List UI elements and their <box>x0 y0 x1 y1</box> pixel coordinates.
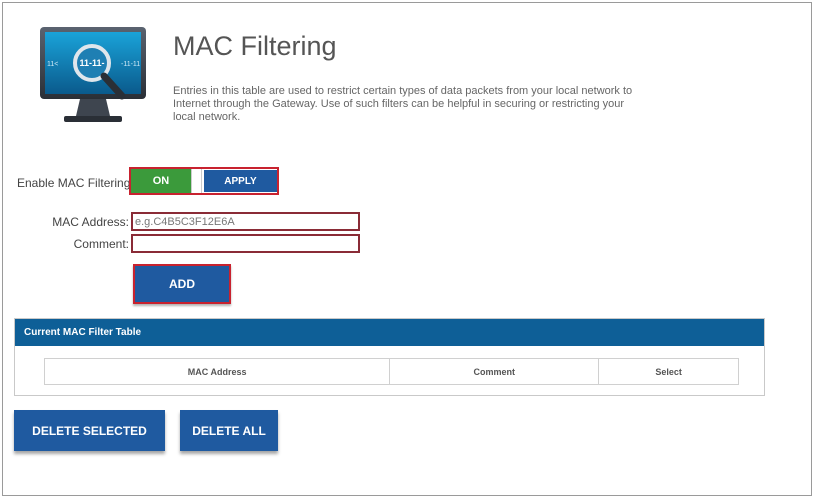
comment-label: Comment: <box>73 237 129 251</box>
mac-filter-table-panel: Current MAC Filter Table MAC Address Com… <box>14 318 765 396</box>
mac-filter-table: MAC Address Comment Select <box>43 358 739 385</box>
column-header-select: Select <box>598 358 739 385</box>
mac-filtering-toggle[interactable]: ON <box>131 169 191 193</box>
column-header-comment: Comment <box>389 358 600 385</box>
mac-address-label: MAC Address: <box>52 215 129 229</box>
delete-selected-button[interactable]: DELETE SELECTED <box>14 410 165 451</box>
apply-button[interactable]: APPLY <box>204 170 277 192</box>
toggle-knob[interactable] <box>191 169 202 193</box>
monitor-text-right: -11-11 <box>121 61 140 68</box>
add-button[interactable]: ADD <box>133 264 231 304</box>
mac-monitor-icon: 11< -11-11 11-11- <box>40 27 146 122</box>
comment-input[interactable] <box>131 234 360 253</box>
enable-mac-filtering-label: Enable MAC Filtering <box>17 176 131 190</box>
page-title: MAC Filtering <box>173 31 337 61</box>
page-description: Entries in this table are used to restri… <box>173 85 633 123</box>
column-header-mac-address: MAC Address <box>43 358 391 385</box>
mac-address-input[interactable] <box>131 212 360 231</box>
table-title: Current MAC Filter Table <box>15 319 764 346</box>
table-header-row: MAC Address Comment Select <box>43 358 739 385</box>
monitor-text-center: 11-11- <box>79 58 104 68</box>
mac-filtering-toggle-group: ON APPLY <box>129 167 279 195</box>
delete-all-button[interactable]: DELETE ALL <box>180 410 278 451</box>
monitor-text-left: 11< <box>47 61 58 68</box>
